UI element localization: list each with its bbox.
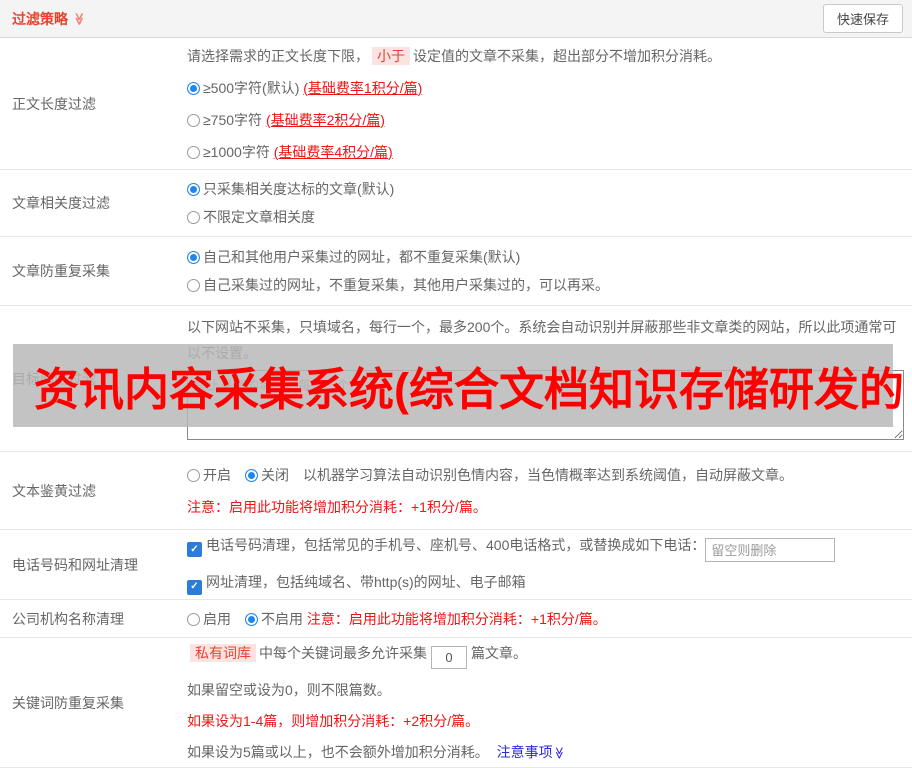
keyword-limit-end-text: 篇文章。 [471,645,527,661]
url-clean-line: ✓ 网址清理，包括纯域名、带http(s)的网址、电子邮箱 [187,572,904,595]
relevance-option-any-label: 不限定文章相关度 [203,209,315,225]
site-filter-desc: 以下网站不采集，只填域名，每行一个，最多200个。系统会自动识别并屏蔽那些非文章… [187,318,897,361]
filter-strategy-page: 过滤策略 ≫ 快速保存 正文长度过滤 请选择需求的正文长度下限， 小于 设定值的文章… [0,0,912,768]
keyword-max-count-input[interactable] [431,646,467,669]
porn-filter-options: 开启 关闭 以机器学习算法自动识别色情内容，当色情概率达到系统阈值，自动屏蔽文章。 [187,465,904,485]
check-icon: ✓ [190,581,199,592]
notes-link-label: 注意事项 [496,744,553,760]
phone-clean-label: 电话号码清理，包括常见的手机号、座机号、400电话格式，或替换成如下电话： [206,536,706,553]
row-keyword-dedupe: 关键词防重复采集 私有词库中每个关键词最多允许采集 篇文章。 如果留空或设为0，则… [0,638,912,768]
collapse-double-chevron-icon: ≫ [72,12,87,25]
blocked-domains-textarea[interactable] [187,369,904,440]
radio-750[interactable] [187,113,200,127]
company-clean-note: 注意：启用此功能将增加积分消耗：+1积分/篇。 [306,610,607,627]
keyword-note-five-text: 如果设为5篇或以上，也不会额外增加积分消耗。 [187,744,489,760]
radio-porn-off-checked[interactable] [245,468,258,482]
row-keyword-content: 私有词库中每个关键词最多允许采集 篇文章。 如果留空或设为0，则不限篇数。 如果设… [187,638,912,767]
relevance-option-any[interactable]: 不限定文章相关度 [187,207,904,227]
row-relevance-content: 只采集相关度达标的文章(默认) 不限定文章相关度 [187,170,912,236]
radio-porn-on[interactable] [187,468,200,482]
length-desc-keyword: 小于 [372,46,410,65]
row-porn-content: 开启 关闭 以机器学习算法自动识别色情内容，当色情概率达到系统阈值，自动屏蔽文章。 … [187,452,912,529]
url-clean-checkbox-checked[interactable]: ✓ [187,579,202,595]
url-clean-label: 网址清理，包括纯域名、带http(s)的网址、电子邮箱 [206,574,526,590]
radio-relevance-strict-checked[interactable] [187,183,200,196]
row-porn-filter: 文本鉴黄过滤 开启 关闭 以机器学习算法自动识别色情内容，当色情概率达到系统阈值，自… [0,452,912,530]
topbar: 过滤策略 ≫ 快速保存 [0,0,912,38]
keyword-limit-line: 私有词库中每个关键词最多允许采集 篇文章。 [187,643,904,669]
length-option-500[interactable]: ≥500字符(默认) (基础费率1积分/篇) [187,78,904,98]
row-phone-url-label: 电话号码和网址清理 [12,556,138,573]
row-company-content: 启用 不启用 注意：启用此功能将增加积分消耗：+1积分/篇。 [187,600,912,637]
length-option-750-note: (基础费率2积分/篇) [265,111,385,128]
porn-filter-note: 注意：启用此功能将增加积分消耗：+1积分/篇。 [187,498,487,515]
row-article-dedupe: 文章防重复采集 自己和其他用户采集过的网址，都不重复采集(默认) 自己采集过的网… [0,237,912,306]
length-option-500-note: (基础费率1积分/篇) [303,79,423,96]
length-option-750-label: ≥750字符 [203,111,263,128]
phone-clean-line: ✓ 电话号码清理，包括常见的手机号、座机号、400电话格式，或替换成如下电话： [187,535,904,562]
keyword-note-zero: 如果留空或设为0，则不限篇数。 [187,682,391,698]
relevance-option-strict[interactable]: 只采集相关度达标的文章(默认) [187,179,904,199]
row-phone-url-content: ✓ 电话号码清理，包括常见的手机号、座机号、400电话格式，或替换成如下电话： ✓… [187,530,912,599]
company-off-label[interactable]: 不启用 [261,611,303,627]
row-length-filter: 正文长度过滤 请选择需求的正文长度下限， 小于 设定值的文章不采集，超出部分不增加积… [0,38,912,170]
length-option-1000-label: ≥1000字符 [203,143,270,160]
length-option-1000[interactable]: ≥1000字符 (基础费率4积分/篇) [187,142,904,162]
row-company-label: 公司机构名称清理 [12,610,124,627]
row-relevance-filter: 文章相关度过滤 只采集相关度达标的文章(默认) 不限定文章相关度 [0,170,912,237]
page-title-label: 过滤策略 [12,10,68,27]
row-site-label: 目标网站过滤 [12,370,96,387]
length-desc-before: 请选择需求的正文长度下限， [187,47,369,64]
radio-company-on[interactable] [187,612,200,626]
company-clean-options: 启用 不启用 注意：启用此功能将增加积分消耗：+1积分/篇。 [187,609,904,629]
keyword-note-five: 如果设为5篇或以上，也不会额外增加积分消耗。 注意事项≫ [187,742,904,762]
length-desc: 请选择需求的正文长度下限， 小于 设定值的文章不采集，超出部分不增加积分消耗。 [187,46,904,66]
length-option-1000-note: (基础费率4积分/篇) [273,143,393,160]
dedupe-option-global-label: 自己和其他用户采集过的网址，都不重复采集(默认) [203,249,521,265]
dedupe-option-self-label: 自己采集过的网址，不重复采集，其他用户采集过的，可以再采。 [203,277,609,293]
phone-clean-checkbox-checked[interactable]: ✓ [187,542,202,557]
length-option-750[interactable]: ≥750字符 (基础费率2积分/篇) [187,110,904,130]
radio-company-off-checked[interactable] [245,612,258,626]
keyword-limit-mid-text: 中每个关键词最多允许采集 [259,645,427,661]
row-site-content: 以下网站不采集，只填域名，每行一个，最多200个。系统会自动识别并屏蔽那些非文章… [187,306,912,451]
porn-off-label[interactable]: 关闭 [261,467,289,483]
dedupe-option-self[interactable]: 自己采集过的网址，不重复采集，其他用户采集过的，可以再采。 [187,275,904,295]
row-dedupe-content: 自己和其他用户采集过的网址，都不重复采集(默认) 自己采集过的网址，不重复采集，… [187,237,912,305]
row-porn-label: 文本鉴黄过滤 [12,482,96,499]
porn-filter-desc: 以机器学习算法自动识别色情内容，当色情概率达到系统阈值，自动屏蔽文章。 [303,466,793,483]
row-relevance-label: 文章相关度过滤 [12,195,110,211]
radio-relevance-any[interactable] [187,211,200,224]
radio-1000[interactable] [187,145,200,159]
radio-dedupe-self[interactable] [187,279,200,292]
row-keyword-label: 关键词防重复采集 [12,694,124,711]
row-phone-url-clean: 电话号码和网址清理 ✓ 电话号码清理，包括常见的手机号、座机号、400电话格式，或… [0,530,912,600]
length-option-500-label: ≥500字符(默认) [203,79,300,96]
row-company-clean: 公司机构名称清理 启用 不启用 注意：启用此功能将增加积分消耗：+1积分/篇。 [0,600,912,638]
porn-on-label[interactable]: 开启 [203,467,231,483]
keyword-note-cost: 如果设为1-4篇，则增加积分消耗：+2积分/篇。 [187,713,480,729]
row-length-content: 请选择需求的正文长度下限， 小于 设定值的文章不采集，超出部分不增加积分消耗。 ≥5… [187,38,912,169]
private-thesaurus-link[interactable]: 私有词库 [190,644,256,662]
dedupe-option-global[interactable]: 自己和其他用户采集过的网址，都不重复采集(默认) [187,247,904,267]
quick-save-button[interactable]: 快速保存 [822,4,903,33]
row-site-filter: 目标网站过滤 以下网站不采集，只填域名，每行一个，最多200个。系统会自动识别并… [0,306,912,452]
notes-link[interactable]: 注意事项≫ [497,744,566,760]
page-title[interactable]: 过滤策略 ≫ [12,9,86,29]
length-desc-after: 设定值的文章不采集，超出部分不增加积分消耗。 [413,47,721,64]
relevance-option-strict-label: 只采集相关度达标的文章(默认) [203,181,395,197]
row-dedupe-label: 文章防重复采集 [12,263,110,279]
notes-double-chevron-icon: ≫ [551,746,566,760]
replacement-phone-input[interactable] [705,538,836,562]
radio-dedupe-global-checked[interactable] [187,251,200,264]
row-length-label: 正文长度过滤 [12,95,96,112]
radio-500-checked[interactable] [187,81,200,95]
check-icon: ✓ [190,543,199,555]
company-on-label[interactable]: 启用 [203,611,231,627]
